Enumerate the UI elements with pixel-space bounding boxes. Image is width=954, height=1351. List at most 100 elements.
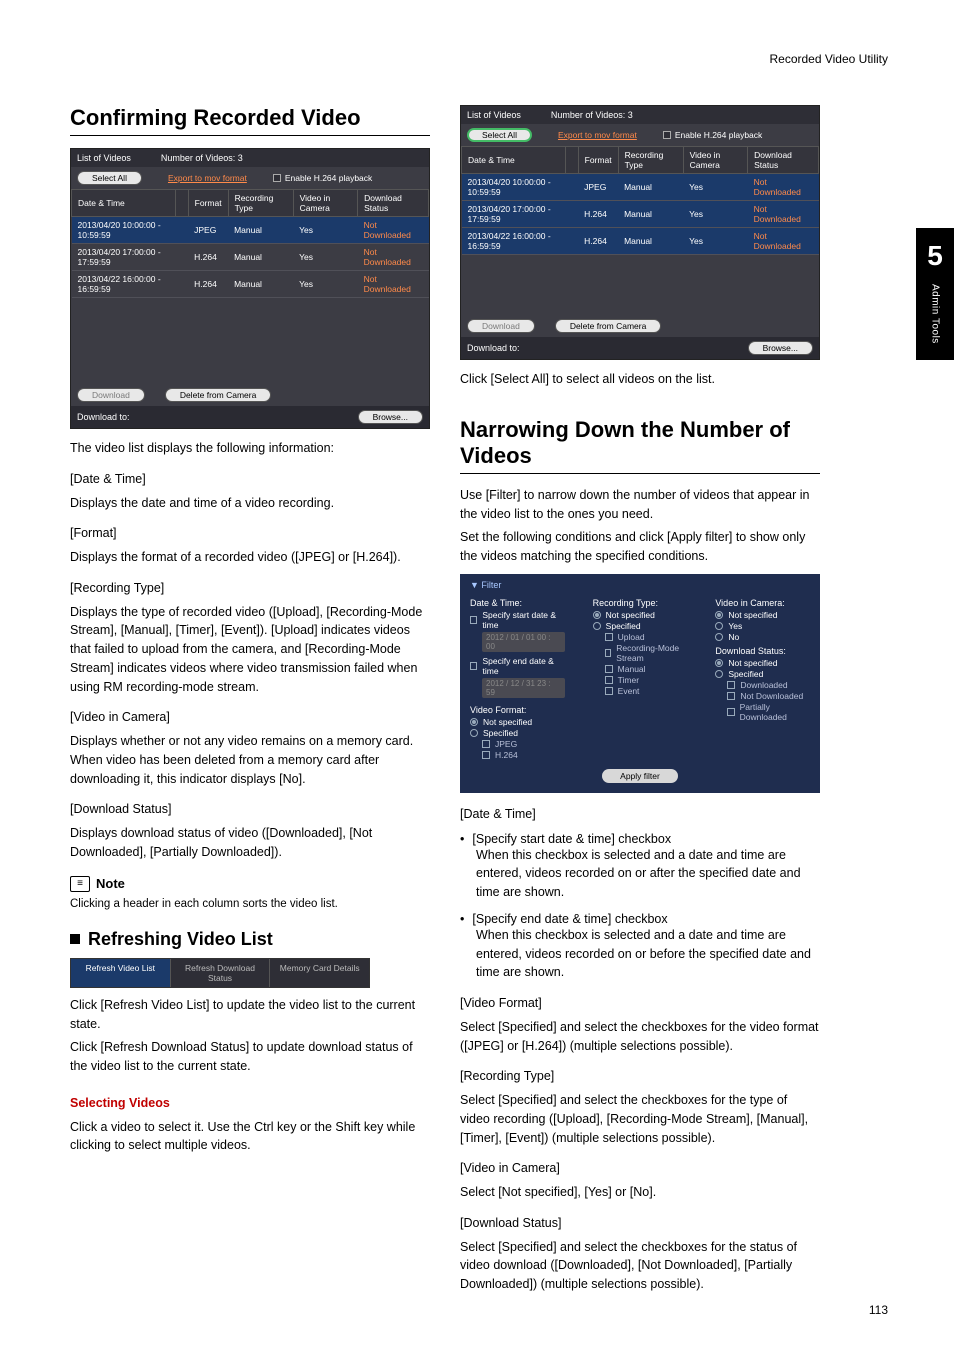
filter-datetime-label: Date & Time: — [470, 598, 565, 608]
narrow-intro-1: Use [Filter] to narrow down the number o… — [460, 486, 820, 524]
col-date-time[interactable]: Date & Time — [72, 190, 176, 217]
table-row[interactable]: 2013/04/22 16:00:00 - 16:59:59H.264Manua… — [462, 228, 819, 255]
filter-rt-event-checkbox[interactable]: Event — [605, 686, 688, 696]
col-recording-type[interactable]: Recording Type — [228, 190, 293, 217]
vic-body: Select [Not specified], [Yes] or [No]. — [460, 1183, 820, 1202]
field-label: [Recording Type] — [70, 579, 430, 598]
filter-start-value[interactable]: 2012 / 01 / 01 00 : 00 — [482, 632, 565, 652]
page-number: 113 — [869, 1303, 888, 1317]
list-of-videos-label: List of Videos — [77, 153, 131, 163]
video-table: Date & Time Format Recording Type Video … — [461, 146, 819, 255]
browse-button[interactable]: Browse... — [748, 341, 813, 355]
enable-h264-checkbox[interactable]: Enable H.264 playback — [663, 130, 762, 140]
ds-body: Select [Specified] and select the checkb… — [460, 1238, 820, 1294]
table-row[interactable]: 2013/04/20 17:00:00 - 17:59:59H.264Manua… — [72, 244, 429, 271]
apply-filter-button[interactable]: Apply filter — [602, 769, 678, 783]
note-icon: ≡ — [70, 876, 90, 892]
filter-rt-timer-checkbox[interactable]: Timer — [605, 675, 688, 685]
filter-rt-upload-checkbox[interactable]: Upload — [605, 632, 688, 642]
filter-ds-downloaded-checkbox[interactable]: Downloaded — [727, 680, 810, 690]
refresh-download-status-button[interactable]: Refresh Download Status — [171, 959, 271, 987]
filter-ds-notspec-radio[interactable]: Not specified — [715, 658, 810, 668]
list-of-videos-label: List of Videos — [467, 110, 521, 120]
download-to-label: Download to: — [467, 343, 520, 353]
rt-label: [Recording Type] — [460, 1067, 820, 1086]
filter-vic-label: Video in Camera: — [715, 598, 810, 608]
filter-vic-yes-radio[interactable]: Yes — [715, 621, 810, 631]
field-label: [Video in Camera] — [70, 708, 430, 727]
filter-vic-notspec-radio[interactable]: Not specified — [715, 610, 810, 620]
vf-label: [Video Format] — [460, 994, 820, 1013]
filter-end-value[interactable]: 2012 / 12 / 31 23 : 59 — [482, 678, 565, 698]
filter-title[interactable]: ▼ Filter — [470, 580, 810, 590]
col-download-status[interactable]: Download Status — [748, 147, 819, 174]
checkbox-icon — [663, 131, 671, 139]
filter-video-format-label: Video Format: — [470, 705, 565, 715]
col-format[interactable]: Format — [578, 147, 618, 174]
video-list-panel-right: List of Videos Number of Videos: 3 Selec… — [460, 105, 820, 360]
delete-from-camera-button[interactable]: Delete from Camera — [555, 319, 662, 333]
table-row[interactable]: 2013/04/20 10:00:00 - 10:59:59JPEGManual… — [462, 174, 819, 201]
video-list-panel-left: List of Videos Number of Videos: 3 Selec… — [70, 148, 430, 429]
note-text: Clicking a header in each column sorts t… — [70, 896, 430, 913]
delete-from-camera-button[interactable]: Delete from Camera — [165, 388, 272, 402]
video-count-label: Number of Videos: 3 — [551, 110, 633, 120]
filter-ds-spec-radio[interactable]: Specified — [715, 669, 810, 679]
col-date-time[interactable]: Date & Time — [462, 147, 566, 174]
chapter-tab: 5 Admin Tools — [916, 228, 954, 360]
export-mov-link[interactable]: Export to mov format — [168, 173, 247, 183]
table-row[interactable]: 2013/04/20 17:00:00 - 17:59:59H.264Manua… — [462, 201, 819, 228]
filter-vf-notspec-radio[interactable]: Not specified — [470, 717, 565, 727]
filter-rt-notspec-radio[interactable]: Not specified — [593, 610, 688, 620]
field-body: Displays the type of recorded video ([Up… — [70, 603, 430, 697]
bullet-end-head: [Specify end date & time] checkbox — [472, 912, 667, 926]
col-video-in-camera[interactable]: Video in Camera — [293, 190, 357, 217]
field-body: Displays the date and time of a video re… — [70, 494, 430, 513]
filter-vic-no-radio[interactable]: No — [715, 632, 810, 642]
filter-vf-spec-radio[interactable]: Specified — [470, 728, 565, 738]
rt-body: Select [Specified] and select the checkb… — [460, 1091, 820, 1147]
select-all-button[interactable]: Select All — [467, 128, 532, 142]
refresh-p1: Click [Refresh Video List] to update the… — [70, 996, 430, 1034]
field-label: [Format] — [70, 524, 430, 543]
table-row[interactable]: 2013/04/22 16:00:00 - 16:59:59H.264Manua… — [72, 271, 429, 298]
col-video-in-camera[interactable]: Video in Camera — [683, 147, 747, 174]
note-label: Note — [96, 876, 125, 891]
filter-end-checkbox[interactable]: Specify end date & time — [470, 656, 565, 676]
bullet-start-body: When this checkbox is selected and a dat… — [460, 846, 820, 902]
checkbox-icon — [273, 174, 281, 182]
field-body: Displays download status of video ([Down… — [70, 824, 430, 862]
select-all-button[interactable]: Select All — [77, 171, 142, 185]
memory-card-details-button[interactable]: Memory Card Details — [270, 959, 369, 987]
col-format[interactable]: Format — [188, 190, 228, 217]
bullet-icon — [460, 832, 464, 846]
download-button[interactable]: Download — [77, 388, 145, 402]
vf-body: Select [Specified] and select the checkb… — [460, 1018, 820, 1056]
selecting-videos-heading: Selecting Videos — [70, 1094, 430, 1113]
filter-vf-jpeg-checkbox[interactable]: JPEG — [482, 739, 565, 749]
square-bullet-icon — [70, 934, 80, 944]
refresh-video-list-button[interactable]: Refresh Video List — [71, 959, 171, 987]
filter-rt-spec-radio[interactable]: Specified — [593, 621, 688, 631]
col-recording-type[interactable]: Recording Type — [618, 147, 683, 174]
filter-vf-h264-checkbox[interactable]: H.264 — [482, 750, 565, 760]
filter-ds-label: Download Status: — [715, 646, 810, 656]
table-row[interactable]: 2013/04/20 10:00:00 - 10:59:59JPEGManual… — [72, 217, 429, 244]
select-all-caption: Click [Select All] to select all videos … — [460, 370, 820, 389]
filter-start-checkbox[interactable]: Specify start date & time — [470, 610, 565, 630]
col-download-status[interactable]: Download Status — [358, 190, 429, 217]
enable-h264-checkbox[interactable]: Enable H.264 playback — [273, 173, 372, 183]
video-table: Date & Time Format Recording Type Video … — [71, 189, 429, 298]
export-mov-link[interactable]: Export to mov format — [558, 130, 637, 140]
refresh-toolbar: Refresh Video List Refresh Download Stat… — [70, 958, 370, 988]
heading-narrowing: Narrowing Down the Number of Videos — [460, 417, 820, 474]
field-label: [Date & Time] — [70, 470, 430, 489]
filter-ds-partial-checkbox[interactable]: Partially Downloaded — [727, 702, 810, 722]
filter-rt-manual-checkbox[interactable]: Manual — [605, 664, 688, 674]
browse-button[interactable]: Browse... — [358, 410, 423, 424]
download-button[interactable]: Download — [467, 319, 535, 333]
right-column: List of Videos Number of Videos: 3 Selec… — [460, 105, 820, 1299]
filter-ds-notdownloaded-checkbox[interactable]: Not Downloaded — [727, 691, 810, 701]
filter-rt-rms-checkbox[interactable]: Recording-Mode Stream — [605, 643, 688, 663]
filter-recording-type-label: Recording Type: — [593, 598, 688, 608]
